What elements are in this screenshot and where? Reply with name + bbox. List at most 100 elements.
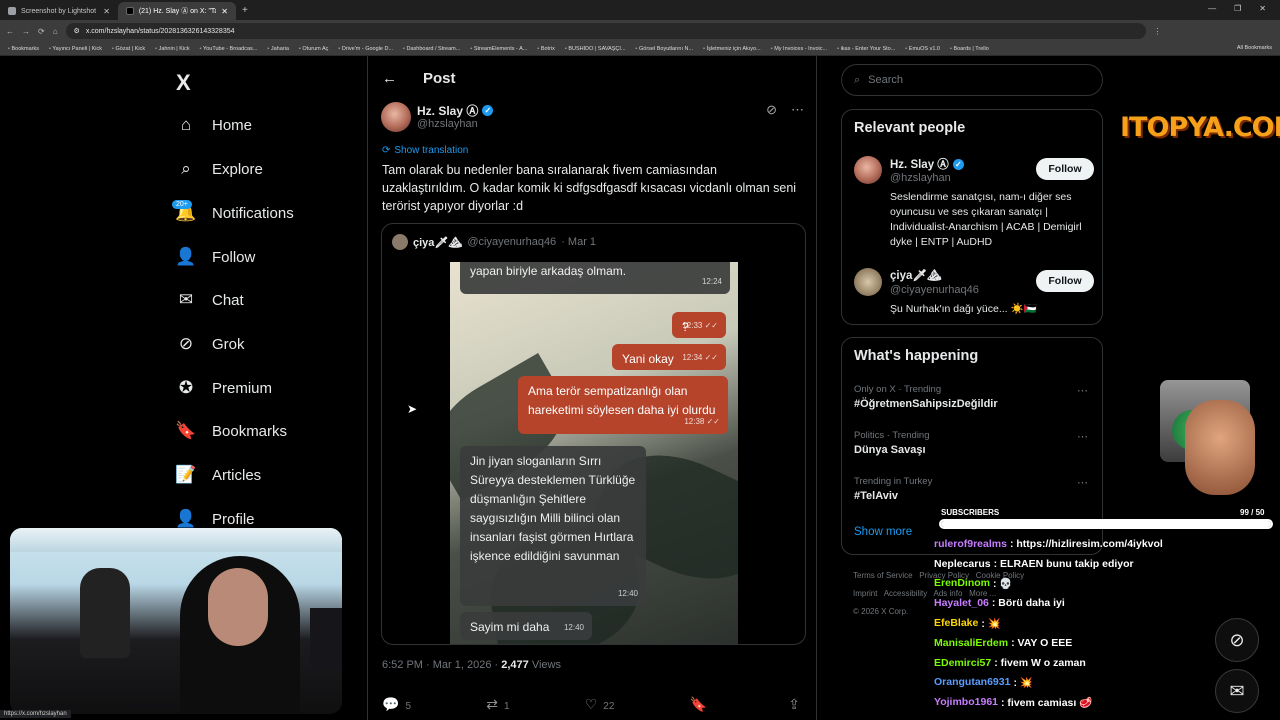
tab-favicon-icon <box>126 7 134 15</box>
person-name[interactable]: Hz. Slay Ⓐ <box>890 156 949 172</box>
quoted-chat-screenshot[interactable]: yapan biriyle arkadaş olmam. 12:24 ? 12:33… <box>450 262 738 644</box>
trend-item[interactable]: Politics · Trending Dünya Savaşı ⋯ <box>854 430 1094 456</box>
sidebar-item-label: Explore <box>212 160 263 178</box>
extensions-icon[interactable]: ⋮ <box>1154 27 1162 36</box>
grok-icon: ⊘ <box>178 334 194 353</box>
sidebar-item-chat[interactable]: ✉ Chat <box>176 290 244 310</box>
person-avatar[interactable] <box>854 156 882 184</box>
sidebar-item-explore[interactable]: ⌕ Explore <box>176 159 263 179</box>
sidebar-item-profile[interactable]: 👤 Profile <box>175 509 254 529</box>
page-title: Post <box>423 70 456 87</box>
back-arrow-icon[interactable]: ← <box>382 70 397 87</box>
all-bookmarks-link[interactable]: All Bookmarks <box>1237 45 1272 51</box>
repost-button[interactable]: ⇄ 1 <box>486 696 509 713</box>
tab-close-icon[interactable]: ✕ <box>103 7 110 16</box>
forward-nav-icon[interactable]: → <box>22 27 30 36</box>
author-name[interactable]: Hz. Slay Ⓐ ✓ <box>417 102 494 119</box>
new-tab-button[interactable]: + <box>242 5 248 16</box>
trend-item[interactable]: Trending in Turkey #TelAviv ⋯ <box>854 476 1094 502</box>
chat-username[interactable]: rulerof9realms <box>934 538 1007 550</box>
chat-username[interactable]: EfeBlake <box>934 617 978 629</box>
chat-username[interactable]: ManisaliErdem <box>934 637 1008 649</box>
sidebar-item-home[interactable]: ⌂ Home <box>176 115 252 135</box>
bookmark-item[interactable]: BUSHIDO | SAVAŞÇI... <box>565 46 625 52</box>
maximize-icon[interactable]: ❐ <box>1234 4 1241 13</box>
sidebar-item-premium[interactable]: ✪ Premium <box>176 378 272 398</box>
person-avatar[interactable] <box>854 268 882 296</box>
bookmark-item[interactable]: Oturum Aç <box>299 46 328 52</box>
chat-text: : 💥 <box>981 617 1001 630</box>
bookmarks-bar: Bookmarks Yayıncı Paneli | Kick Gözat | Ki… <box>0 42 1280 56</box>
share-button[interactable]: ⇪ <box>788 696 806 713</box>
bookmark-item[interactable]: My Invoices - Invoic... <box>771 46 827 52</box>
bookmark-item[interactable]: Drive'm - Google D... <box>338 46 393 52</box>
bookmark-item[interactable]: Boards | Trello <box>950 46 988 52</box>
bookmark-item[interactable]: Jaharia <box>267 46 289 52</box>
chat-username[interactable]: ErenDinom <box>934 577 990 589</box>
minimize-icon[interactable]: — <box>1208 4 1216 13</box>
quoted-post[interactable]: çiya🗡⛰ @ciyayenurhaq46 · Mar 1 yapan bir… <box>381 223 806 645</box>
url-bar[interactable]: ⚙ x.com/hzslayhan/status/2028136326143328… <box>65 23 1146 39</box>
bookmark-item[interactable]: Jahnin | Kick <box>155 46 190 52</box>
chat-text: : fivem camiası 🥩 <box>1001 696 1093 709</box>
chat-username[interactable]: Yojimbo1961 <box>934 696 998 708</box>
chat-username[interactable]: Hayalet_06 <box>934 597 989 609</box>
back-nav-icon[interactable]: ← <box>6 27 14 36</box>
like-button[interactable]: ♡ 22 <box>585 696 615 713</box>
mail-icon: ✉ <box>178 290 194 309</box>
sidebar-item-notifications[interactable]: 🔔 Notifications <box>175 203 293 223</box>
reply-button[interactable]: 💬 5 <box>382 696 411 713</box>
more-options-icon[interactable]: ⋯ <box>1077 430 1088 443</box>
person-handle[interactable]: @hzslayhan <box>890 172 951 184</box>
browser-tab[interactable]: Screenshot by Lightshot ✕ <box>0 2 118 20</box>
bookmark-item[interactable]: Bookmarks <box>8 46 39 52</box>
reload-icon[interactable]: ⟳ <box>38 27 45 36</box>
sidebar-item-follow[interactable]: 👤 Follow <box>175 247 255 267</box>
author-avatar[interactable] <box>381 102 411 132</box>
close-window-icon[interactable]: ✕ <box>1259 4 1266 13</box>
bookmark-item[interactable]: Dashboard / Stream... <box>403 46 461 52</box>
window-controls: — ❐ ✕ <box>1194 0 1280 17</box>
bookmark-item[interactable]: Yayıncı Paneli | Kick <box>49 46 102 52</box>
sidebar-item-bookmarks[interactable]: 🔖 Bookmarks <box>175 421 287 441</box>
tab-close-icon[interactable]: ✕ <box>221 7 228 16</box>
follow-button[interactable]: Follow <box>1036 270 1094 292</box>
person-name[interactable]: çiya🗡⛰ <box>890 268 942 282</box>
more-options-icon[interactable]: ⋯ <box>1077 384 1088 397</box>
bookmark-item[interactable]: Görsel Boyutlarını N... <box>636 46 693 52</box>
x-logo[interactable]: X <box>176 70 191 96</box>
chat-username[interactable]: EDemirci57 <box>934 657 991 669</box>
subs-goal-label: SUBSCRIBERS <box>941 508 1000 517</box>
show-translation-link[interactable]: ⟳ Show translation <box>382 145 468 156</box>
more-options-icon[interactable]: ⋯ <box>791 102 804 118</box>
translate-icon: ⟳ <box>382 145 391 156</box>
person-handle[interactable]: @ciyayenurhaq46 <box>890 284 979 296</box>
bookmark-button[interactable]: 🔖 <box>690 696 713 713</box>
bookmark-item[interactable]: EmuOS v1.0 <box>905 46 940 52</box>
sidebar-item-label: Chat <box>212 291 244 309</box>
follow-button[interactable]: Follow <box>1036 158 1094 180</box>
bookmark-item[interactable]: ikas - Enter Your Sto... <box>837 46 896 52</box>
home-nav-icon[interactable]: ⌂ <box>53 27 58 36</box>
sidebar-item-grok[interactable]: ⊘ Grok <box>176 334 245 354</box>
bookmark-item[interactable]: Gözat | Kick <box>112 46 146 52</box>
chat-username[interactable]: Orangutan6931 <box>934 676 1010 688</box>
author-handle[interactable]: @hzslayhan <box>417 118 478 130</box>
browser-tab-active[interactable]: (21) Hz. Slay Ⓐ on X: "Tam olara...✕ <box>118 2 236 20</box>
bookmark-item[interactable]: İşletmeniz için Akıyo... <box>703 46 761 52</box>
sidebar-item-articles[interactable]: 📝 Articles <box>175 465 261 485</box>
trend-item[interactable]: Only on X · Trending #ÖğretmenSahipsizDeğ… <box>854 384 1094 410</box>
chat-username[interactable]: Neplecarus <box>934 558 991 570</box>
more-options-icon[interactable]: ⋯ <box>1077 476 1088 489</box>
bookmark-item[interactable]: Botrix <box>537 46 555 52</box>
sponsor-logo: ITOPYA.COM <box>1120 112 1280 143</box>
show-more-link[interactable]: Show more <box>854 526 912 538</box>
bookmark-item[interactable]: StreamElements - A... <box>470 46 528 52</box>
grok-icon[interactable]: ⊘ <box>766 102 777 118</box>
chat-message: Neplecarus: ELRAEN bunu takip ediyor <box>934 554 1274 574</box>
messages-float-button[interactable]: ✉ <box>1215 669 1259 713</box>
bookmark-item[interactable]: YouTube - Broadcas... <box>200 46 257 52</box>
site-info-icon[interactable]: ⚙ <box>74 27 80 35</box>
search-box[interactable]: ⌕ Search <box>841 64 1103 96</box>
grok-float-button[interactable]: ⊘ <box>1215 618 1259 662</box>
